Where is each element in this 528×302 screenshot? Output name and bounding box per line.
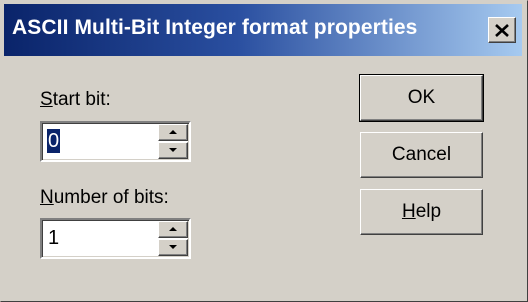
cancel-button[interactable]: Cancel <box>360 132 483 178</box>
start-bit-spinbox[interactable]: 0 <box>40 121 191 162</box>
start-bit-label: Start bit: <box>40 89 111 110</box>
help-button[interactable]: Help <box>360 189 483 235</box>
start-bit-decrement-button[interactable] <box>158 142 188 159</box>
number-of-bits-label: Number of bits: <box>40 187 169 208</box>
close-button[interactable] <box>488 17 516 43</box>
number-of-bits-increment-button[interactable] <box>158 221 188 238</box>
arrow-up-icon <box>169 227 177 231</box>
start-bit-input[interactable]: 0 <box>47 129 61 153</box>
arrow-up-icon <box>169 130 177 134</box>
start-bit-spin-buttons <box>158 124 188 159</box>
number-of-bits-decrement-button[interactable] <box>158 239 188 256</box>
arrow-down-icon <box>169 148 177 152</box>
dialog-window: ASCII Multi-Bit Integer format propertie… <box>0 0 528 302</box>
number-of-bits-spinbox[interactable]: 1 <box>40 218 191 259</box>
ok-button[interactable]: OK <box>359 74 484 122</box>
start-bit-increment-button[interactable] <box>158 124 188 141</box>
window-title: ASCII Multi-Bit Integer format propertie… <box>12 16 418 39</box>
title-bar[interactable]: ASCII Multi-Bit Integer format propertie… <box>4 4 522 56</box>
number-of-bits-input[interactable]: 1 <box>47 226 60 250</box>
close-icon <box>495 23 509 37</box>
number-of-bits-spin-buttons <box>158 221 188 256</box>
arrow-down-icon <box>169 245 177 249</box>
